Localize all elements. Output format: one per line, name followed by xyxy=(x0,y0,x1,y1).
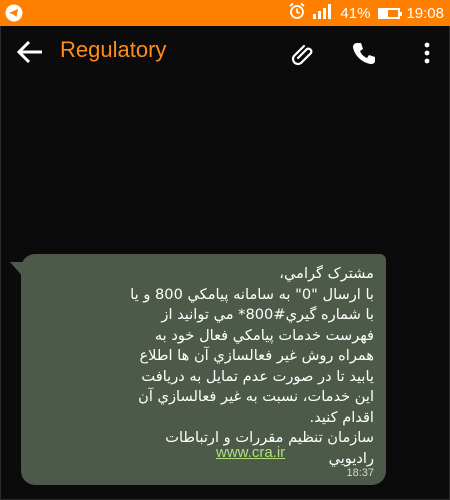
alarm-icon xyxy=(288,2,306,24)
battery-level xyxy=(380,9,388,17)
status-icons: 41% 19:08 xyxy=(288,0,444,26)
more-vert-icon[interactable] xyxy=(413,39,441,67)
back-arrow-icon[interactable] xyxy=(16,39,44,65)
attach-icon[interactable] xyxy=(289,39,317,67)
battery-percent: 41% xyxy=(340,4,371,22)
telegram-icon[interactable] xyxy=(4,2,24,22)
status-time: 19:08 xyxy=(406,4,444,22)
battery-icon xyxy=(378,7,403,19)
app-bar: Regulatory xyxy=(0,26,450,78)
message-link[interactable]: www.cra.ir xyxy=(216,444,285,461)
signal-icon xyxy=(312,3,334,23)
status-bar: 41% 19:08 xyxy=(0,0,450,26)
call-icon[interactable] xyxy=(350,39,378,67)
message-bubble[interactable]: مشترک گرامي، با ارسال "0" به سامانه پيام… xyxy=(21,254,386,485)
conversation-title: Regulatory xyxy=(60,37,167,62)
message-text: مشترک گرامي، با ارسال "0" به سامانه پيام… xyxy=(130,265,374,467)
message-timestamp: 18:37 xyxy=(346,467,374,479)
